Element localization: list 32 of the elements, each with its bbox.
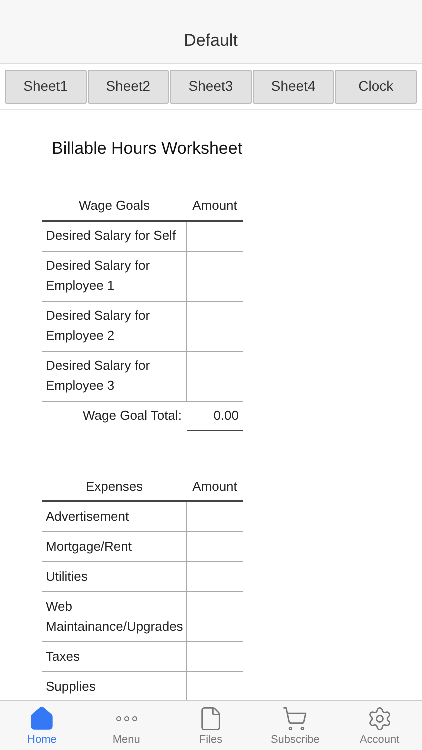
row-label: Desired Salary for Employee 3 (46, 358, 150, 393)
row-label: Web Maintainance/Upgrades (46, 598, 184, 634)
row-label: Desired Salary for Employee 2 (46, 308, 150, 343)
row-label: Utilities (46, 568, 88, 584)
tab-bar-item[interactable]: Files (168, 701, 254, 750)
row-label: Desired Salary for Self (46, 228, 176, 243)
tab-bar-item[interactable]: Menu (84, 701, 169, 750)
sheet-tab[interactable]: Sheet3 (170, 70, 252, 104)
settings-icon (366, 706, 393, 732)
column-header: Wage Goals (78, 197, 152, 215)
column-header: Amount (192, 197, 238, 215)
row-label: Desired Salary for Employee 1 (46, 258, 150, 293)
row-label: Advertisement (46, 508, 130, 524)
sheet-tab[interactable]: Sheet2 (88, 70, 170, 104)
column-header: Amount (192, 478, 238, 496)
home-icon (29, 706, 56, 732)
sheet-tab[interactable]: Sheet1 (5, 70, 87, 104)
column-header: Expenses (84, 478, 144, 496)
tab-bar-item[interactable]: Account (338, 701, 422, 750)
tab-bar-item[interactable]: Subscribe (253, 701, 338, 750)
total-value: 0.00 (187, 402, 243, 430)
row-label: Supplies (46, 678, 96, 694)
more-icon (116, 716, 138, 722)
page-title: Default (184, 30, 238, 52)
sheet-tab[interactable]: Clock (335, 70, 417, 104)
cart-icon (282, 706, 308, 732)
total-label: Wage Goal Total: (82, 406, 183, 425)
worksheet-title: Billable Hours Worksheet (52, 138, 244, 160)
tab-bar-item[interactable]: Home (0, 701, 84, 750)
row-label: Taxes (46, 648, 80, 664)
sheet-tab[interactable]: Sheet4 (252, 70, 334, 104)
row-label: Mortgage/Rent (46, 538, 132, 554)
